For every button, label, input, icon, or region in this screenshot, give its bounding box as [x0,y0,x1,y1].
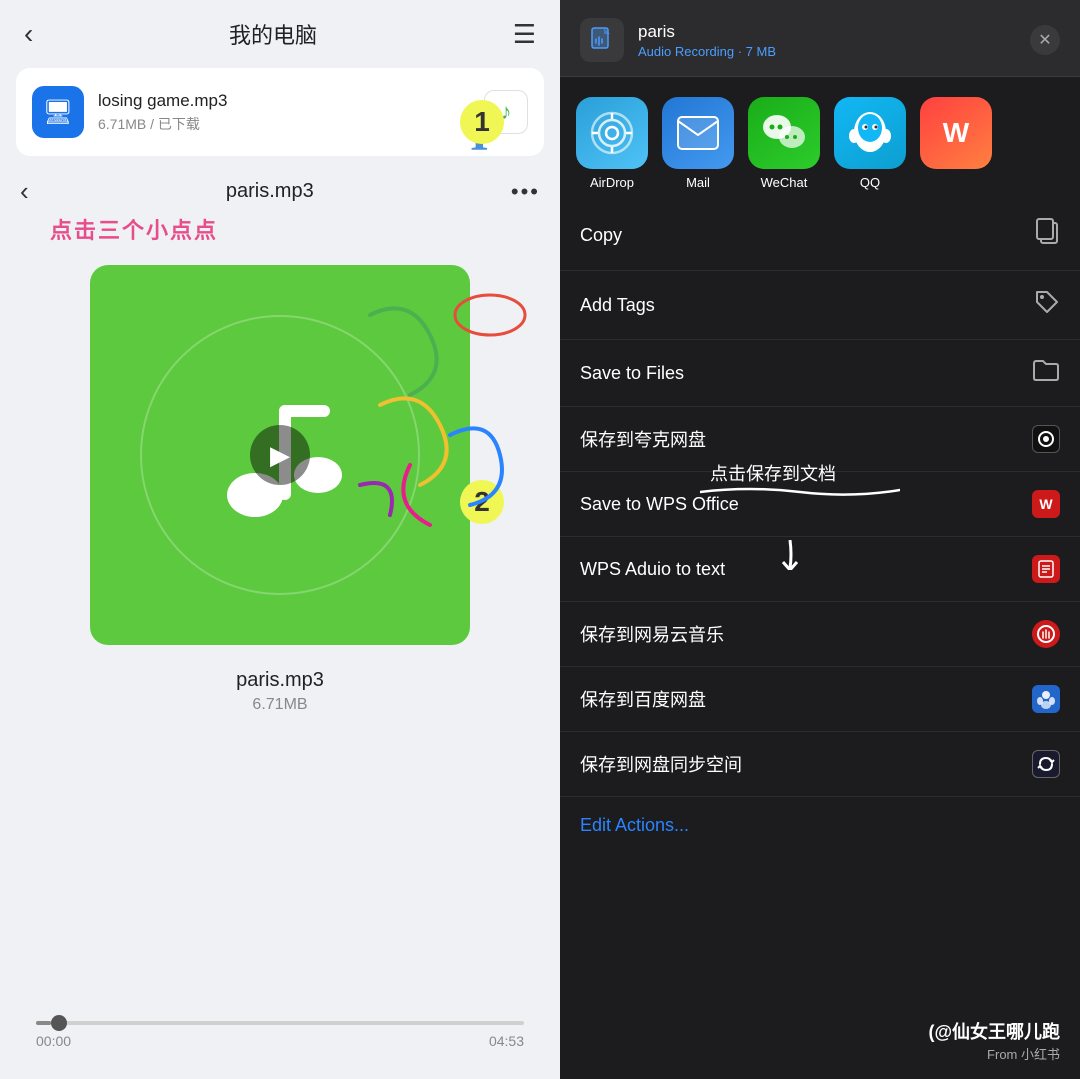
wechat-label: WeChat [761,175,808,190]
sync-icon [1032,750,1060,778]
time-end: 04:53 [489,1033,524,1049]
add-tags-label: Add Tags [580,295,655,316]
watermark: (@仙女王哪儿跑 From 小红书 [928,1018,1060,1063]
annotation-save-text: 点击保存到文档 [710,460,836,486]
save-netease-menu-item[interactable]: 保存到网易云音乐 [560,602,1080,667]
second-bar: ‹ paris.mp3 ••• [0,164,560,213]
mail-icon [662,97,734,169]
share-filemeta: Audio Recording · 7 MB [638,44,1016,59]
save-sync-menu-item[interactable]: 保存到网盘同步空间 [560,732,1080,797]
three-dots-button[interactable]: ••• [511,179,540,205]
file-meta: 6.71MB / 已下载 [98,114,470,134]
track-name: paris.mp3 [236,669,324,692]
save-kuake-label: 保存到夸克网盘 [580,426,706,452]
progress-thumb [51,1015,67,1031]
kuake-icon [1032,425,1060,453]
netease-icon-svg [1036,624,1056,644]
wps-audio-icon [1032,555,1060,583]
watermark-main: (@仙女王哪儿跑 [928,1018,1060,1044]
copy-label: Copy [580,225,622,246]
music-player: ▶ paris.mp3 6.71MB 00:00 04:53 [0,245,560,1079]
airdrop-app-item[interactable]: AirDrop [576,97,648,190]
time-labels: 00:00 04:53 [36,1033,524,1049]
folder-icon-svg [1032,358,1060,382]
copy-icon [1034,218,1060,252]
mail-label: Mail [686,175,710,190]
left-panel: ‹ 我的电脑 ☰ 🖥 losing game.mp3 6.71MB / 已下载 … [0,0,560,1079]
airdrop-label: AirDrop [590,175,634,190]
baidu-icon [1032,685,1060,713]
annotation-dots: 点击三个小点点 [50,213,540,245]
airdrop-icon [576,97,648,169]
watermark-sub: From 小红书 [928,1044,1060,1063]
qq-label: QQ [860,175,880,190]
more-app-item[interactable]: W [920,97,992,190]
kuake-icon-svg [1037,430,1055,448]
folder-icon [1032,358,1060,388]
close-button[interactable]: ✕ [1030,25,1060,55]
sync-icon-svg [1036,754,1056,774]
qq-app-item[interactable]: QQ [834,97,906,190]
share-header: paris Audio Recording · 7 MB ✕ [560,0,1080,77]
mail-icon-svg [676,115,720,151]
qq-icon-svg [849,108,891,158]
save-baidu-menu-item[interactable]: 保存到百度网盘 [560,667,1080,732]
more-icon: W [920,97,992,169]
wechat-app-item[interactable]: WeChat [748,97,820,190]
netease-icon [1032,620,1060,648]
menu-button[interactable]: ☰ [513,19,536,50]
add-tags-menu-item[interactable]: Add Tags [560,271,1080,340]
time-start: 00:00 [36,1033,71,1049]
second-title: paris.mp3 [226,180,314,203]
edit-actions-label: Edit Actions... [580,815,689,835]
tag-icon [1034,289,1060,321]
save-baidu-label: 保存到百度网盘 [580,686,706,712]
progress-track[interactable] [36,1021,524,1025]
share-file-icon [580,18,624,62]
album-art: ▶ [90,265,470,645]
wps-audio-menu-item[interactable]: WPS Aduio to text [560,537,1080,602]
qq-icon [834,97,906,169]
track-size: 6.71MB [252,696,307,714]
tag-icon-svg [1034,289,1060,315]
wps-audio-icon-svg [1036,559,1056,579]
computer-icon: 🖥 [32,86,84,138]
menu-list: Copy Add Tags Save to Files [560,200,1080,1079]
save-to-files-menu-item[interactable]: Save to Files [560,340,1080,407]
back-button[interactable]: ‹ [24,18,33,50]
music-icon: ♪ [484,90,528,134]
share-file-info: paris Audio Recording · 7 MB [638,22,1016,59]
wechat-icon [748,97,820,169]
wps-letter: W [1039,496,1052,512]
save-sync-label: 保存到网盘同步空间 [580,751,742,777]
copy-icon-svg [1034,218,1060,246]
progress-fill [36,1021,51,1025]
progress-bar-area: 00:00 04:53 [20,1013,540,1049]
file-card[interactable]: 🖥 losing game.mp3 6.71MB / 已下载 ♪ [16,68,544,156]
save-netease-label: 保存到网易云音乐 [580,621,724,647]
wechat-icon-svg [759,111,809,155]
right-panel: paris Audio Recording · 7 MB ✕ AirDrop [560,0,1080,1079]
copy-menu-item[interactable]: Copy [560,200,1080,271]
baidu-icon-svg [1035,688,1057,710]
save-to-files-label: Save to Files [580,363,684,384]
play-button[interactable]: ▶ [250,425,310,485]
top-title: 我的电脑 [229,18,317,50]
top-bar: ‹ 我的电脑 ☰ [0,0,560,60]
app-icons-row: AirDrop Mail [560,77,1080,200]
save-wps-label: Save to WPS Office [580,494,739,515]
airdrop-icon-svg [590,111,634,155]
wps-icon: W [1032,490,1060,518]
file-info: losing game.mp3 6.71MB / 已下载 [98,91,470,134]
second-back-button[interactable]: ‹ [20,176,29,207]
wps-audio-label: WPS Aduio to text [580,559,725,580]
file-name: losing game.mp3 [98,91,470,111]
mail-app-item[interactable]: Mail [662,97,734,190]
more-app-letter: W [943,117,969,149]
share-filename: paris [638,22,1016,42]
audio-file-icon-svg [588,26,616,54]
edit-actions-item[interactable]: Edit Actions... [560,797,1080,854]
